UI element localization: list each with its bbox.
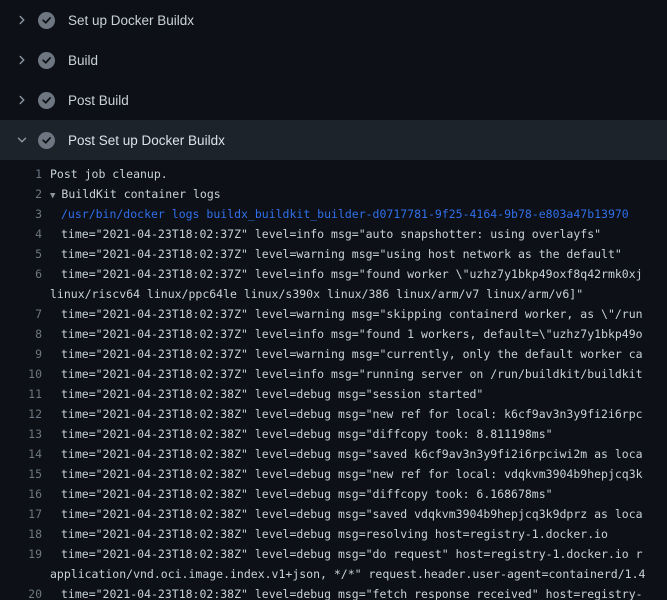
log-line: 4 time="2021-04-23T18:02:37Z" level=info… [0,224,667,244]
chevron-down-icon [15,133,29,147]
log-line-wrap-continuation: application/vnd.oci.image.index.v1+json,… [0,564,667,584]
log-line-number[interactable]: 13 [0,424,42,444]
log-line-text: Post job cleanup. [42,164,168,184]
step-row-post-set-up-docker-buildx[interactable]: Post Set up Docker Buildx [0,120,667,160]
log-line: 15 time="2021-04-23T18:02:38Z" level=deb… [0,464,667,484]
log-line: 2 ▼ BuildKit container logs [0,184,667,204]
group-collapse-triangle-icon: ▼ [50,191,55,201]
log-line-text: time="2021-04-23T18:02:38Z" level=debug … [42,484,553,504]
log-line-number[interactable]: 18 [0,524,42,544]
check-circle-icon [38,52,55,69]
log-line-text: time="2021-04-23T18:02:38Z" level=debug … [42,464,643,484]
log-line-text: time="2021-04-23T18:02:38Z" level=debug … [42,584,643,600]
log-line-number[interactable]: 12 [0,404,42,424]
log-command-text: /usr/bin/docker logs buildx_buildkit_bui… [42,204,629,224]
log-line-number[interactable]: 1 [0,164,42,184]
log-lines: 1 Post job cleanup. 2 ▼ BuildKit containe… [0,160,667,600]
log-line: 16 time="2021-04-23T18:02:38Z" level=deb… [0,484,667,504]
log-line: 6 time="2021-04-23T18:02:37Z" level=info… [0,264,667,284]
check-circle-icon [38,12,55,29]
log-line-number[interactable]: 19 [0,544,42,564]
log-line: 19 time="2021-04-23T18:02:38Z" level=deb… [0,544,667,564]
step-row-build[interactable]: Build [0,40,667,80]
log-line: 20 time="2021-04-23T18:02:38Z" level=deb… [0,584,667,600]
log-line: 5 time="2021-04-23T18:02:37Z" level=warn… [0,244,667,264]
log-line-text: time="2021-04-23T18:02:37Z" level=warnin… [42,344,643,364]
log-line: 12 time="2021-04-23T18:02:38Z" level=deb… [0,404,667,424]
log-line-number[interactable]: 16 [0,484,42,504]
log-line-text: time="2021-04-23T18:02:38Z" level=debug … [42,424,553,444]
log-line-number[interactable]: 11 [0,384,42,404]
log-line-number[interactable]: 2 [0,184,42,204]
check-circle-icon [38,132,55,149]
log-line: 8 time="2021-04-23T18:02:37Z" level=info… [0,324,667,344]
log-line: 9 time="2021-04-23T18:02:37Z" level=warn… [0,344,667,364]
log-line-text: time="2021-04-23T18:02:37Z" level=info m… [42,264,643,284]
log-line-text: time="2021-04-23T18:02:37Z" level=warnin… [42,244,622,264]
log-line: 13 time="2021-04-23T18:02:38Z" level=deb… [0,424,667,444]
workflow-log-panel: Set up Docker Buildx Build Post Build Po… [0,0,667,600]
log-line-text: time="2021-04-23T18:02:37Z" level=info m… [42,224,601,244]
log-line: 17 time="2021-04-23T18:02:38Z" level=deb… [0,504,667,524]
log-line-number[interactable]: 15 [0,464,42,484]
log-line: 3 /usr/bin/docker logs buildx_buildkit_b… [0,204,667,224]
log-line-number[interactable]: 5 [0,244,42,264]
log-line-number [0,564,42,584]
log-line: 7 time="2021-04-23T18:02:37Z" level=warn… [0,304,667,324]
log-line: 18 time="2021-04-23T18:02:38Z" level=deb… [0,524,667,544]
log-line-number[interactable]: 8 [0,324,42,344]
log-line-text: time="2021-04-23T18:02:38Z" level=debug … [42,524,608,544]
log-line-text: time="2021-04-23T18:02:38Z" level=debug … [42,404,643,424]
chevron-right-icon [15,93,29,107]
step-row-set-up-docker-buildx[interactable]: Set up Docker Buildx [0,0,667,40]
log-line-text: time="2021-04-23T18:02:38Z" level=debug … [42,444,643,464]
log-line-text: time="2021-04-23T18:02:38Z" level=debug … [42,384,483,404]
log-line-number[interactable]: 7 [0,304,42,324]
log-line-wrap-continuation: linux/riscv64 linux/ppc64le linux/s390x … [0,284,667,304]
log-line-number[interactable]: 20 [0,584,42,600]
steps-list: Set up Docker Buildx Build Post Build Po… [0,0,667,160]
step-label: Post Set up Docker Buildx [68,133,225,148]
log-line-number[interactable]: 17 [0,504,42,524]
log-line-text: time="2021-04-23T18:02:37Z" level=info m… [42,324,643,344]
check-circle-icon [38,92,55,109]
step-row-post-build[interactable]: Post Build [0,80,667,120]
log-line: 10 time="2021-04-23T18:02:37Z" level=inf… [0,364,667,384]
log-line-number[interactable]: 9 [0,344,42,364]
log-line-text: time="2021-04-23T18:02:37Z" level=warnin… [42,304,643,324]
log-group-toggle[interactable]: ▼ BuildKit container logs [42,184,221,204]
log-line-text: time="2021-04-23T18:02:37Z" level=info m… [42,364,643,384]
log-line-text: linux/riscv64 linux/ppc64le linux/s390x … [42,284,583,304]
chevron-right-icon [15,13,29,27]
log-line-number[interactable]: 4 [0,224,42,244]
step-label: Post Build [68,93,129,108]
log-line-text: time="2021-04-23T18:02:38Z" level=debug … [42,544,643,564]
log-line-text: time="2021-04-23T18:02:38Z" level=debug … [42,504,643,524]
step-label: Set up Docker Buildx [68,13,194,28]
log-group-label: BuildKit container logs [61,187,220,201]
log-line-number[interactable]: 10 [0,364,42,384]
log-line-text: application/vnd.oci.image.index.v1+json,… [42,564,645,584]
log-line-number[interactable]: 14 [0,444,42,464]
log-line: 1 Post job cleanup. [0,164,667,184]
log-line: 11 time="2021-04-23T18:02:38Z" level=deb… [0,384,667,404]
log-line-number[interactable]: 3 [0,204,42,224]
step-label: Build [68,53,98,68]
chevron-right-icon [15,53,29,67]
log-line-number[interactable]: 6 [0,264,42,284]
log-line-number [0,284,42,304]
log-line: 14 time="2021-04-23T18:02:38Z" level=deb… [0,444,667,464]
